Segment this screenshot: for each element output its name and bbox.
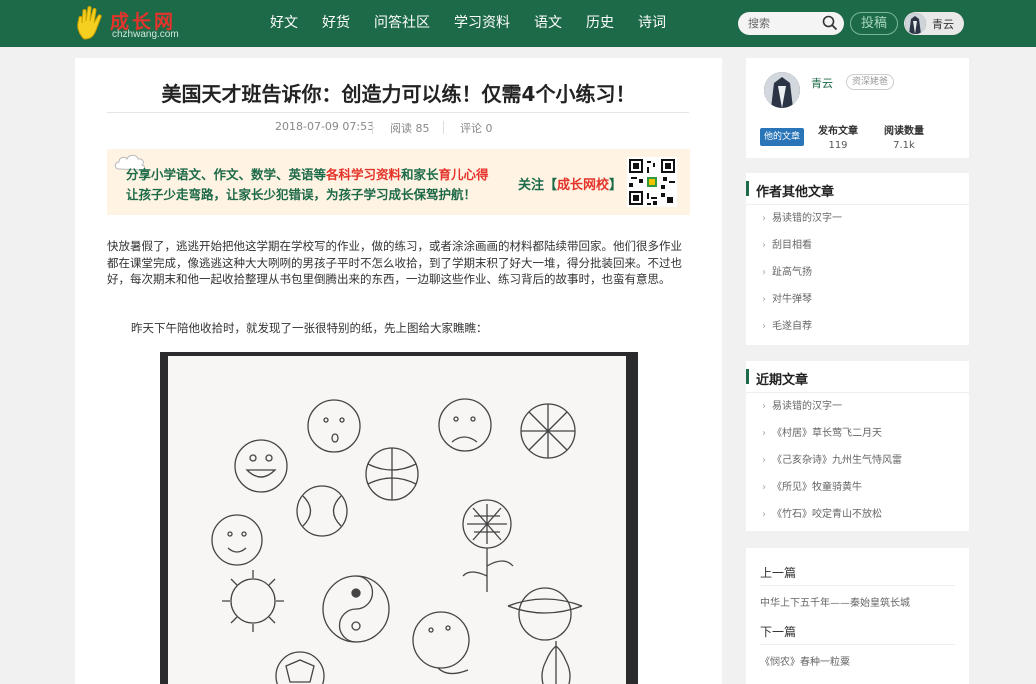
nav-item-study[interactable]: 学习资料 [442, 0, 522, 47]
list-item-link[interactable]: 《村居》草长莺飞二月天 [762, 428, 882, 439]
posts-stat: 发布文章 119 [808, 122, 868, 151]
children-drawing-image [211, 398, 583, 684]
author-card: 青云 资深姥爸 他的文章 发布文章 119 阅读数量 7.1k [746, 58, 969, 158]
nav-item-haowen[interactable]: 好文 [258, 0, 310, 47]
prev-label: 上一篇 [760, 566, 797, 580]
banner-line-2: 让孩子少走弯路，让家长少犯错误，为孩子学习成长保驾护航！ [126, 187, 477, 202]
user-menu[interactable]: 青云 [904, 12, 964, 35]
list-item[interactable]: 趾高气扬 [746, 259, 969, 286]
list-item-link[interactable]: 对牛弹琴 [762, 294, 812, 305]
nav-item-history[interactable]: 历史 [574, 0, 626, 47]
author-name[interactable]: 青云 [811, 75, 833, 91]
page-title: 美国天才班告诉你：创造力可以练！仅需4个小练习！ [161, 82, 636, 106]
avatar [905, 13, 926, 34]
article-panel: 美国天才班告诉你：创造力可以练！仅需4个小练习！ 2018-07-09 07:5… [75, 58, 722, 684]
author-other-articles: 作者其他文章 易读错的汉字一 刮目相看 趾高气扬 对牛弹琴 毛遂自荐 [746, 173, 969, 345]
article-meta: 2018-07-09 07:53 阅读 85 评论 0 [107, 112, 689, 138]
meta-divider [443, 121, 444, 134]
list-item[interactable]: 易读错的汉字一 [746, 205, 969, 232]
list-item-link[interactable]: 毛遂自荐 [762, 321, 812, 332]
main-nav: 好文 好货 问答社区 学习资料 语文 历史 诗词 [258, 0, 678, 47]
stat-label: 阅读数量 [884, 126, 924, 137]
comment-count[interactable]: 评论 0 [460, 120, 493, 136]
banner-follow: 关注【成长网校】 [518, 174, 622, 193]
promo-banner[interactable]: 分享小学语文、作文、数学、英语等各科学习资料和家长育儿心得 让孩子少走弯路，让家… [107, 149, 690, 215]
view-count: 阅读 85 [390, 122, 430, 135]
banner-highlight: 各科学习资料 [326, 167, 402, 182]
banner-highlight: 成长网校 [557, 178, 610, 193]
section-title: 近期文章 [756, 373, 809, 388]
list-item[interactable]: 刮目相看 [746, 232, 969, 259]
list-item[interactable]: 易读错的汉字一 [746, 393, 969, 420]
section-header: 作者其他文章 [746, 173, 969, 205]
nav-item-poetry[interactable]: 诗词 [626, 0, 678, 47]
section-title: 作者其他文章 [756, 185, 835, 200]
his-articles-button[interactable]: 他的文章 [760, 128, 804, 146]
article-image [160, 352, 638, 684]
post-date: 2018-07-09 07:53 [275, 120, 375, 133]
list-item-link[interactable]: 《竹石》咬定青山不放松 [762, 509, 882, 520]
next-article-link[interactable]: 《悯农》春种一粒粟 [760, 653, 850, 668]
list-item-link[interactable]: 易读错的汉字一 [762, 401, 842, 412]
nav-item-qa[interactable]: 问答社区 [362, 0, 442, 47]
meta-divider [372, 121, 373, 134]
author-badge: 资深姥爸 [846, 74, 895, 90]
nav-item-haohuo[interactable]: 好货 [310, 0, 362, 47]
list-item-link[interactable]: 《己亥杂诗》九州生气恃风雷 [762, 455, 902, 466]
logo-domain: chzhwang.com [112, 29, 179, 40]
section-marker [746, 181, 749, 196]
reads-stat: 阅读数量 7.1k [874, 122, 934, 151]
stat-value: 7.1k [893, 140, 915, 151]
list-item[interactable]: 《己亥杂诗》九州生气恃风雷 [746, 447, 969, 474]
section-marker [746, 369, 749, 384]
list-item-link[interactable]: 趾高气扬 [762, 267, 812, 278]
prev-article-link[interactable]: 中华上下五千年——秦始皇筑长城 [760, 594, 910, 609]
list-item[interactable]: 《竹石》咬定青山不放松 [746, 501, 969, 528]
banner-line-1: 分享小学语文、作文、数学、英语等各科学习资料和家长育儿心得 [126, 164, 489, 183]
prev-next-panel: 上一篇 中华上下五千年——秦始皇筑长城 下一篇 《悯农》春种一粒粟 [746, 548, 969, 684]
list-item[interactable]: 对牛弹琴 [746, 286, 969, 313]
section-header: 近期文章 [746, 361, 969, 393]
stat-label: 发布文章 [818, 126, 858, 137]
divider [760, 644, 955, 645]
list-item[interactable]: 《所见》牧童骑黄牛 [746, 474, 969, 501]
nav-item-chinese[interactable]: 语文 [522, 0, 574, 47]
search-box [738, 12, 844, 35]
banner-text: 关注【 [518, 178, 558, 193]
list-item[interactable]: 毛遂自荐 [746, 313, 969, 340]
banner-text: 分享小学语文、作文、数学、英语等 [126, 167, 327, 182]
qr-code-icon [627, 157, 677, 207]
article-paragraph: 昨天下午陪他收拾时，就发现了一张很特别的纸，先上图给大家瞧瞧： [131, 321, 488, 335]
next-label: 下一篇 [760, 625, 797, 639]
site-logo[interactable]: 成长网 chzhwang.com [76, 6, 196, 42]
hand-logo-icon [77, 6, 102, 40]
recent-articles: 近期文章 易读错的汉字一 《村居》草长莺飞二月天 《己亥杂诗》九州生气恃风雷 《… [746, 361, 969, 531]
user-name: 青云 [932, 18, 954, 31]
banner-highlight: 育儿心得 [438, 167, 489, 182]
top-navbar: 成长网 chzhwang.com 好文 好货 问答社区 学习资料 语文 历史 诗… [0, 0, 1036, 47]
list-item[interactable]: 《村居》草长莺飞二月天 [746, 420, 969, 447]
search-input[interactable] [748, 15, 818, 32]
stat-value: 119 [828, 140, 848, 151]
list-item-link[interactable]: 易读错的汉字一 [762, 213, 842, 224]
author-avatar[interactable] [764, 72, 800, 108]
divider [760, 585, 955, 586]
list-item-link[interactable]: 刮目相看 [762, 240, 812, 251]
banner-text: 和家长 [401, 167, 439, 182]
drawing-paper [168, 356, 626, 684]
banner-text: 】 [609, 178, 623, 193]
list-item-link[interactable]: 《所见》牧童骑黄牛 [762, 482, 862, 493]
search-icon[interactable] [822, 15, 838, 31]
article-paragraph: 快放暑假了，逃逃开始把他这学期在学校写的作业，做的练习，或者涂涂画画的材料都陆续… [107, 239, 682, 286]
contribute-button[interactable]: 投稿 [850, 12, 898, 35]
